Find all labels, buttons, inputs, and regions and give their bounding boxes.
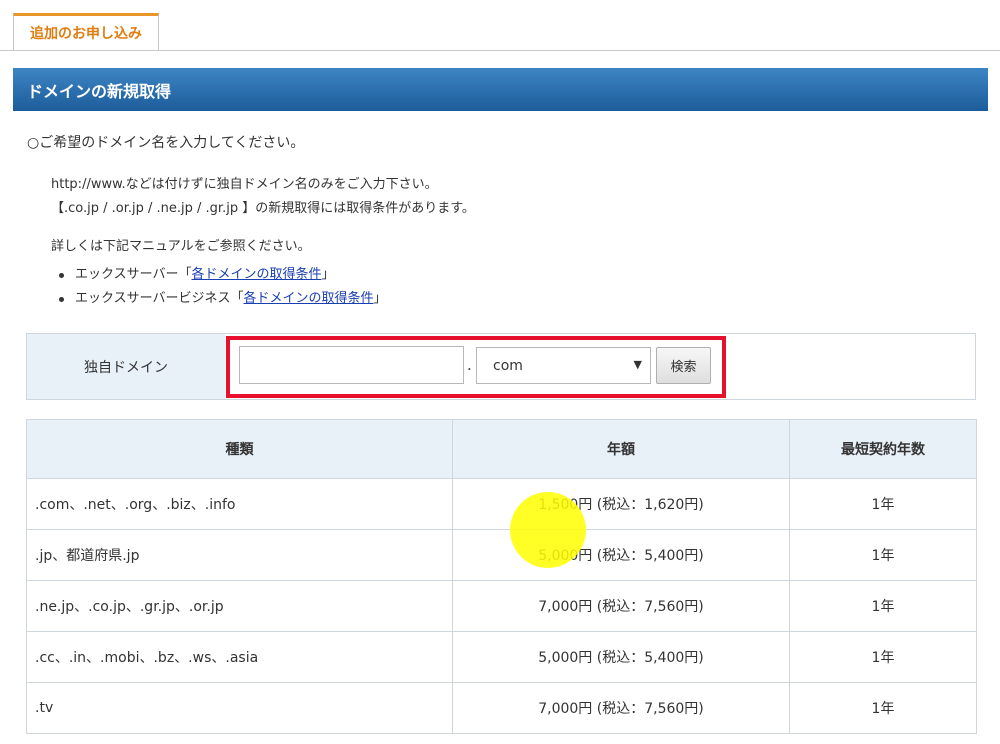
table-header-row: 種類 年額 最短契約年数 — [26, 419, 977, 479]
domain-label-cell: 独自ドメイン — [27, 334, 225, 399]
list-item: エックスサーバー「各ドメインの取得条件」 — [58, 263, 387, 287]
manual-link-suffix: 」 — [321, 267, 335, 282]
cell-price: 5,000円 (税込：5,400円) — [452, 631, 790, 683]
section-title-text: ドメインの新規取得 — [27, 81, 172, 101]
manual-links-list: エックスサーバー「各ドメインの取得条件」 エックスサーバービジネス「各ドメインの… — [58, 263, 387, 311]
price-table: 種類 年額 最短契約年数 .com、.net、.org、.biz、.info 1… — [26, 419, 977, 734]
table-row: .ne.jp、.co.jp、.gr.jp、.or.jp 7,000円 (税込：7… — [26, 580, 977, 632]
intro-text: ○ご希望のドメイン名を入力してください。 — [27, 135, 305, 151]
domain-label: 独自ドメイン — [84, 359, 168, 376]
note-line-1: http://www.などは付けずに独自ドメイン名のみをご入力下さい。 — [51, 177, 438, 192]
tab-divider — [0, 50, 1000, 51]
header-annual-price: 年額 — [452, 419, 790, 479]
cell-price: 5,000円 (税込：5,400円) — [452, 529, 790, 581]
header-type: 種類 — [26, 419, 453, 479]
note-line-3: 詳しくは下記マニュアルをご参照ください。 — [51, 239, 311, 254]
cell-type: .com、.net、.org、.biz、.info — [26, 478, 453, 530]
manual-link-suffix: 」 — [373, 291, 387, 306]
cell-price: 1,500円 (税込：1,620円) — [452, 478, 790, 530]
cell-type: .ne.jp、.co.jp、.gr.jp、.or.jp — [26, 580, 453, 632]
cell-price: 7,000円 (税込：7,560円) — [452, 682, 790, 734]
list-item: エックスサーバービジネス「各ドメインの取得条件」 — [58, 287, 387, 311]
manual-link-xserver-business[interactable]: 各ドメインの取得条件 — [243, 291, 373, 306]
highlight-frame — [226, 336, 726, 398]
header-min-term: 最短契約年数 — [789, 419, 977, 479]
table-row: .com、.net、.org、.biz、.info 1,500円 (税込：1,6… — [26, 478, 977, 530]
cell-term: 1年 — [789, 529, 977, 581]
table-row: .jp、都道府県.jp 5,000円 (税込：5,400円) 1年 — [26, 529, 977, 581]
cell-type: .tv — [26, 682, 453, 734]
manual-link-xserver[interactable]: 各ドメインの取得条件 — [191, 267, 321, 282]
table-row: .cc、.in、.mobi、.bz、.ws、.asia 5,000円 (税込：5… — [26, 631, 977, 683]
manual-link-prefix: エックスサーバービジネス「 — [75, 291, 244, 306]
cell-term: 1年 — [789, 580, 977, 632]
manual-link-prefix: エックスサーバー「 — [75, 267, 192, 282]
cell-term: 1年 — [789, 478, 977, 530]
table-row: .tv 7,000円 (税込：7,560円) 1年 — [26, 682, 977, 734]
cell-term: 1年 — [789, 631, 977, 683]
cell-type: .cc、.in、.mobi、.bz、.ws、.asia — [26, 631, 453, 683]
tab-bar: 追加のお申し込み — [0, 0, 1000, 52]
section-title: ドメインの新規取得 — [13, 68, 988, 111]
tab-label: 追加のお申し込み — [30, 26, 142, 42]
tab-additional-application[interactable]: 追加のお申し込み — [13, 13, 159, 51]
cell-price: 7,000円 (税込：7,560円) — [452, 580, 790, 632]
cell-type: .jp、都道府県.jp — [26, 529, 453, 581]
note-line-2: 【.co.jp / .or.jp / .ne.jp / .gr.jp 】の新規取… — [51, 201, 475, 216]
cell-term: 1年 — [789, 682, 977, 734]
